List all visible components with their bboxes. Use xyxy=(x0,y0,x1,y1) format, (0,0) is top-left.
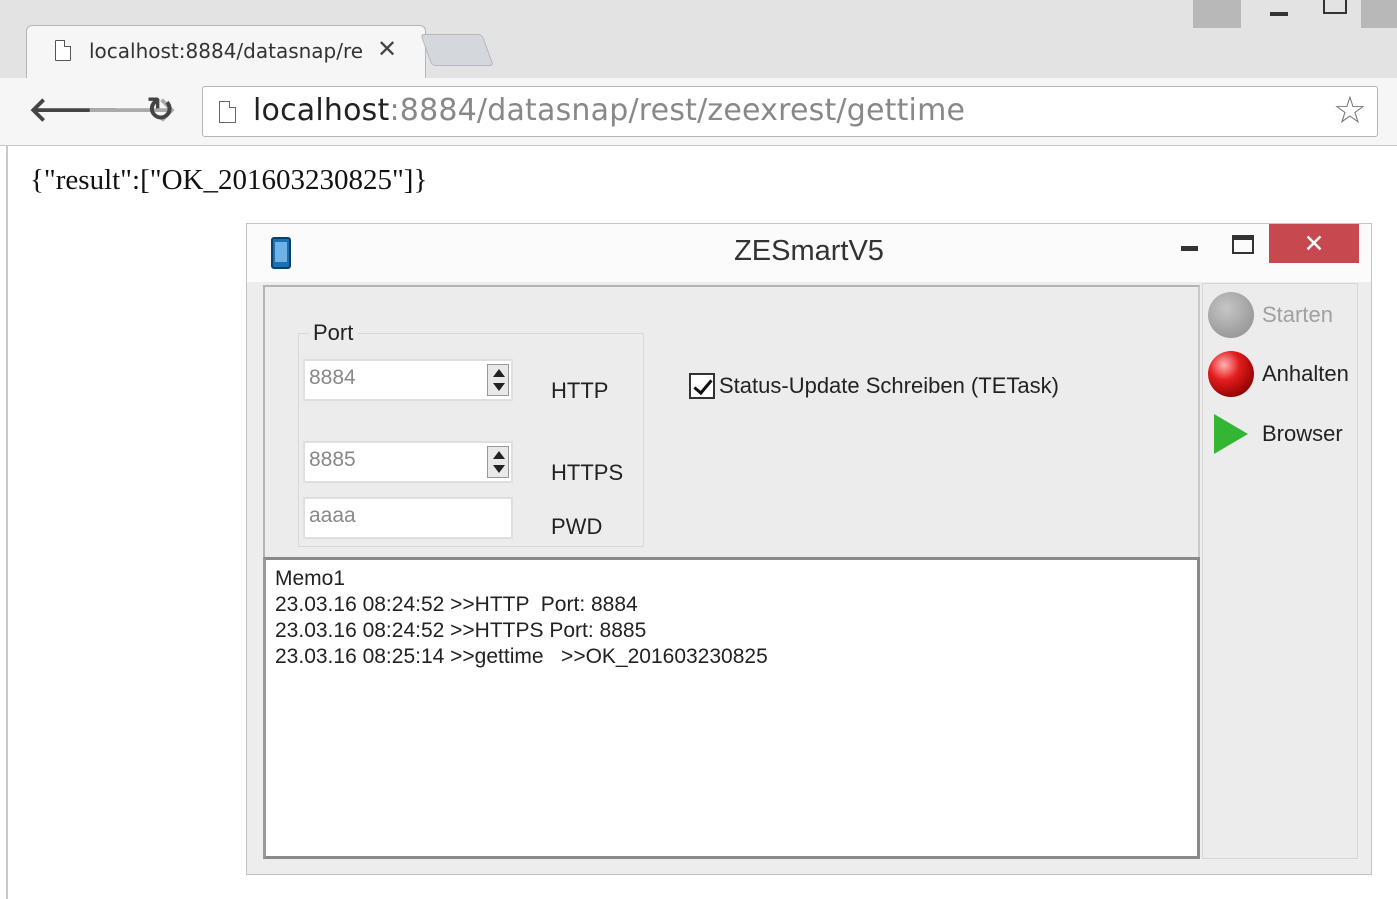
spin-updown-icon[interactable] xyxy=(487,364,509,396)
json-response: {"result":["OK_201603230825"]} xyxy=(30,164,428,196)
address-bar[interactable]: localhost:8884/datasnap/rest/zeexrest/ge… xyxy=(202,86,1378,137)
port-group-caption: Port xyxy=(309,320,358,346)
app-maximize-button[interactable] xyxy=(1232,235,1254,254)
status-update-checkbox-label: Status-Update Schreiben (TETask) xyxy=(719,373,1059,398)
app-titlebar: ZESmartV5 ✕ xyxy=(247,224,1371,282)
memo-line: 23.03.16 08:24:52 >>HTTPS Port: 8885 xyxy=(275,619,647,642)
start-circle-icon xyxy=(1208,292,1254,338)
status-update-checkbox[interactable] xyxy=(689,373,715,399)
app-window: ZESmartV5 ✕ Port 8884 HTTP 8885 HTTPS aa… xyxy=(246,223,1372,875)
new-tab-button[interactable] xyxy=(420,34,494,66)
https-port-value: 8885 xyxy=(309,448,356,471)
start-button[interactable]: Starten xyxy=(1208,289,1356,341)
https-label: HTTPS xyxy=(551,460,624,485)
tab-title: localhost:8884/datasnap/rest/zeexrest/ge… xyxy=(89,39,364,63)
browser-button-label: Browser xyxy=(1262,421,1343,446)
port-groupbox: Port 8884 HTTP 8885 HTTPS aaaa PWD xyxy=(298,320,644,547)
app-minimize-button[interactable] xyxy=(1181,246,1198,251)
stop-button-label: Anhalten xyxy=(1262,361,1349,386)
pwd-field[interactable]: aaaa xyxy=(303,497,513,539)
close-tab-icon[interactable]: ✕ xyxy=(377,35,397,63)
memo-line: 23.03.16 08:25:14 >>gettime >>OK_2016032… xyxy=(275,645,768,668)
play-icon xyxy=(1214,414,1248,454)
stop-button[interactable]: Anhalten xyxy=(1208,348,1356,400)
profile-button[interactable] xyxy=(1193,0,1241,28)
start-button-label: Starten xyxy=(1262,302,1333,327)
browser-frame-border xyxy=(6,146,8,899)
action-panel: Starten Anhalten Browser xyxy=(1202,283,1358,859)
page-icon xyxy=(55,40,71,61)
status-update-checkbox-row[interactable]: Status-Update Schreiben (TETask) xyxy=(689,373,1059,399)
browser-maximize-button[interactable] xyxy=(1323,0,1347,28)
browser-tab[interactable]: localhost:8884/datasnap/rest/zeexrest/ge… xyxy=(26,25,426,78)
url-host: localhost xyxy=(253,93,390,128)
memo-log[interactable]: Memo1 23.03.16 08:24:52 >>HTTP Port: 888… xyxy=(263,557,1200,859)
memo-line: 23.03.16 08:24:52 >>HTTP Port: 8884 xyxy=(275,593,638,616)
bookmark-star-icon[interactable]: ☆ xyxy=(1333,90,1367,130)
http-label: HTTP xyxy=(551,378,609,403)
browser-button[interactable]: Browser xyxy=(1208,408,1356,460)
app-close-button[interactable]: ✕ xyxy=(1269,224,1359,263)
stop-red-circle-icon xyxy=(1208,351,1254,397)
url-path: :8884/datasnap/rest/zeexrest/gettime xyxy=(389,93,966,128)
https-port-spinedit[interactable]: 8885 xyxy=(303,441,513,483)
pwd-value: aaaa xyxy=(309,504,356,527)
pwd-label: PWD xyxy=(551,514,603,539)
page-icon xyxy=(219,101,236,123)
browser-toolbar: 🡐 🡒 ↻ localhost:8884/datasnap/rest/zeexr… xyxy=(0,78,1397,146)
browser-close-button[interactable] xyxy=(1361,0,1397,28)
memo-line: Memo1 xyxy=(275,567,346,590)
browser-minimize-button[interactable] xyxy=(1270,0,1290,28)
http-port-spinedit[interactable]: 8884 xyxy=(303,359,513,401)
spin-updown-icon[interactable] xyxy=(487,446,509,478)
http-port-value: 8884 xyxy=(309,366,356,389)
settings-panel: Port 8884 HTTP 8885 HTTPS aaaa PWD Statu… xyxy=(263,285,1200,558)
url-text[interactable]: localhost:8884/datasnap/rest/zeexrest/ge… xyxy=(253,93,965,128)
reload-icon[interactable]: ↻ xyxy=(146,92,175,128)
app-title: ZESmartV5 xyxy=(734,235,884,267)
